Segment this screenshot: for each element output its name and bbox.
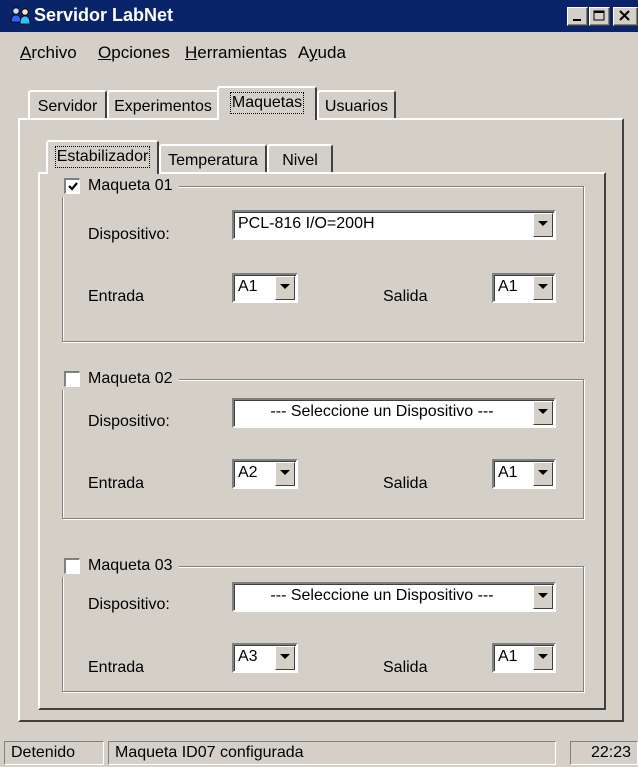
maximize-icon bbox=[593, 10, 605, 21]
maqueta-03-title: Maqueta 03 bbox=[88, 557, 173, 574]
maqueta-01-checkbox[interactable] bbox=[64, 178, 80, 194]
output-select-1-dropdown[interactable] bbox=[533, 276, 553, 300]
title-bar[interactable]: Servidor LabNet bbox=[0, 0, 638, 32]
device-select-1[interactable]: PCL-816 I/O=200H bbox=[232, 210, 556, 240]
menu-herramientas[interactable]: Herramientas bbox=[185, 43, 287, 63]
output-select-2[interactable]: A1 bbox=[492, 459, 556, 489]
chevron-down-icon bbox=[538, 409, 548, 414]
input-select-2-dropdown[interactable] bbox=[275, 462, 295, 486]
maqueta-01-title: Maqueta 01 bbox=[88, 177, 173, 194]
input-select-1-dropdown[interactable] bbox=[275, 276, 295, 300]
menu-archivo[interactable]: Archivo bbox=[20, 43, 77, 63]
chevron-down-icon bbox=[538, 221, 548, 226]
menu-opciones[interactable]: Opciones bbox=[98, 43, 170, 63]
device-label-3: Dispositivo: bbox=[88, 596, 170, 613]
status-message: Maqueta ID07 configurada bbox=[108, 741, 556, 765]
tab-estabilizador[interactable]: Estabilizador bbox=[46, 140, 159, 174]
output-select-1[interactable]: A1 bbox=[492, 273, 556, 303]
input-label-1: Entrada bbox=[88, 288, 145, 305]
input-label-2: Entrada bbox=[88, 475, 145, 492]
input-label-3: Entrada bbox=[88, 659, 145, 676]
status-state: Detenido bbox=[4, 741, 104, 765]
device-label-1: Dispositivo: bbox=[88, 226, 170, 243]
device-select-3-dropdown[interactable] bbox=[533, 585, 553, 609]
chevron-down-icon bbox=[538, 593, 548, 598]
maximize-button[interactable] bbox=[589, 7, 610, 26]
input-select-1[interactable]: A1 bbox=[232, 273, 298, 303]
chevron-down-icon bbox=[280, 284, 290, 289]
output-label-1: Salida bbox=[383, 288, 428, 305]
input-select-2[interactable]: A2 bbox=[232, 459, 298, 489]
menu-bar: Archivo Opciones Herramientas Ayuda bbox=[0, 32, 638, 74]
device-select-2-dropdown[interactable] bbox=[533, 401, 553, 425]
users-icon bbox=[10, 7, 31, 25]
window-title: Servidor LabNet bbox=[34, 5, 174, 25]
chevron-down-icon bbox=[538, 284, 548, 289]
menu-ayuda[interactable]: Ayuda bbox=[298, 43, 346, 63]
input-select-3[interactable]: A3 bbox=[232, 643, 298, 673]
output-select-3[interactable]: A1 bbox=[492, 643, 556, 673]
maqueta-03-checkbox[interactable] bbox=[64, 558, 80, 574]
maqueta-03-legend: Maqueta 03 bbox=[60, 555, 179, 577]
status-bar: Detenido Maqueta ID07 configurada 22:23 bbox=[0, 737, 638, 767]
minimize-button[interactable] bbox=[567, 7, 588, 26]
output-select-3-dropdown[interactable] bbox=[533, 646, 553, 670]
tab-usuarios[interactable]: Usuarios bbox=[317, 90, 396, 120]
chevron-down-icon bbox=[280, 470, 290, 475]
chevron-down-icon bbox=[538, 470, 548, 475]
maqueta-02-checkbox[interactable] bbox=[64, 371, 80, 387]
maqueta-02-title: Maqueta 02 bbox=[88, 370, 173, 387]
minimize-icon bbox=[573, 19, 581, 21]
maqueta-02-legend: Maqueta 02 bbox=[60, 368, 179, 390]
check-icon bbox=[68, 182, 78, 191]
chevron-down-icon bbox=[538, 654, 548, 659]
tab-temperatura[interactable]: Temperatura bbox=[159, 144, 267, 174]
output-label-2: Salida bbox=[383, 475, 428, 492]
output-label-3: Salida bbox=[383, 659, 428, 676]
close-icon bbox=[619, 10, 630, 21]
device-select-3[interactable]: --- Seleccione un Dispositivo --- bbox=[232, 582, 556, 612]
chevron-down-icon bbox=[280, 654, 290, 659]
input-select-3-dropdown[interactable] bbox=[275, 646, 295, 670]
tab-nivel[interactable]: Nivel bbox=[267, 144, 333, 174]
maqueta-01-legend: Maqueta 01 bbox=[60, 175, 179, 197]
tab-maquetas[interactable]: Maquetas bbox=[217, 86, 317, 120]
output-select-2-dropdown[interactable] bbox=[533, 462, 553, 486]
close-button[interactable] bbox=[613, 7, 638, 26]
device-select-1-dropdown[interactable] bbox=[533, 213, 553, 237]
device-select-2[interactable]: --- Seleccione un Dispositivo --- bbox=[232, 398, 556, 428]
device-label-2: Dispositivo: bbox=[88, 413, 170, 430]
tab-servidor[interactable]: Servidor bbox=[28, 90, 107, 120]
tab-experimentos[interactable]: Experimentos bbox=[107, 90, 219, 120]
status-clock: 22:23 bbox=[570, 741, 638, 765]
